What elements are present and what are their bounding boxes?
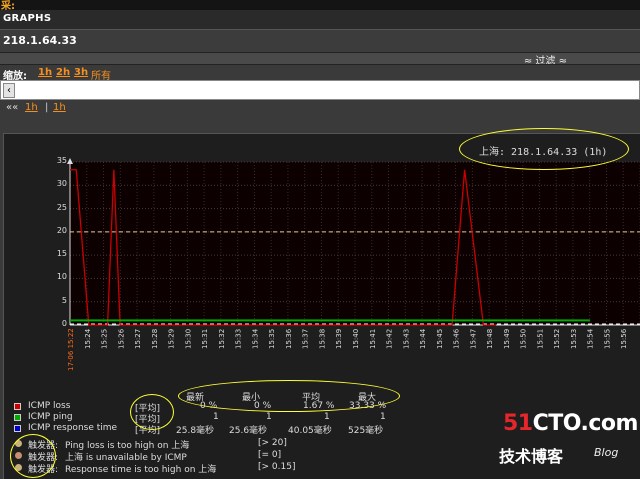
- y-tick-label: 0: [61, 319, 67, 328]
- x-tick-label: 15:40: [352, 329, 360, 349]
- legend-max-icmp-loss: 33.33 %: [349, 401, 387, 411]
- x-tick-label: 15:55: [603, 329, 611, 349]
- x-tick-label: 15:49: [503, 329, 511, 349]
- legend-max-icmp-response: 525毫秒: [348, 426, 384, 436]
- x-tick-label: 15:30: [184, 329, 192, 349]
- y-tick-label: 5: [61, 295, 67, 305]
- x-tick-label: 15:33: [235, 329, 243, 349]
- x-tick-label: 15:47: [469, 329, 477, 349]
- x-tick-label: 15:38: [318, 329, 326, 349]
- x-tick-label: 15:42: [386, 329, 394, 349]
- trigger-cond-ping-loss: [> 20]: [258, 438, 287, 448]
- legend-name-icmp-ping: ICMP ping: [28, 412, 73, 422]
- legend-avg-icmp-loss: 1.67 %: [303, 401, 335, 411]
- watermark-blog: Blog: [594, 446, 619, 459]
- x-tick-label: 15:34: [251, 328, 259, 349]
- legend-avg-icmp-ping: 1: [324, 412, 330, 422]
- x-tick-label: 15:48: [486, 329, 494, 349]
- y-axis-arrow: [67, 158, 73, 164]
- x-tick-label: 15:31: [201, 329, 209, 349]
- x-tick-label: 15:50: [520, 329, 528, 349]
- legend-min-icmp-response: 25.6毫秒: [229, 426, 268, 436]
- trigger-dot-unavailable: [15, 452, 22, 459]
- trigger-cond-unavailable: [= 0]: [258, 450, 282, 460]
- trigger-dot-response-time: [15, 464, 22, 471]
- legend-max-icmp-ping: 1: [380, 412, 386, 422]
- y-tick-label: 20: [56, 225, 67, 235]
- x-tick-label: 15:28: [151, 329, 159, 349]
- legend-name-icmp-response: ICMP response time: [28, 423, 118, 433]
- x-tick-label: 15:43: [402, 329, 410, 349]
- x-tick-label: 15:53: [570, 329, 578, 349]
- x-tick-label: 15:36: [285, 328, 293, 349]
- x-tick-label: 15:26: [117, 328, 125, 349]
- x-tick-label: 15:29: [168, 329, 176, 349]
- x-tick-label: 15:41: [369, 329, 377, 349]
- x-tick-label: 15:35: [268, 329, 276, 349]
- legend-name-icmp-loss: ICMP loss: [28, 401, 71, 411]
- legend-last-icmp-ping: 1: [213, 412, 219, 422]
- x-tick-label: 15:24: [84, 328, 92, 349]
- legend-last-icmp-loss: 0 %: [200, 401, 218, 411]
- legend-avg-icmp-response: 40.05毫秒: [288, 426, 332, 436]
- x-tick-label: 15:45: [436, 329, 444, 349]
- watermark-brand-prefix: 51: [503, 411, 533, 436]
- trigger-cond-response-time: [> 0.15]: [258, 462, 296, 472]
- trigger-label-response-time: 触发器:: [28, 465, 59, 475]
- x-tick-label: 15:37: [302, 329, 310, 349]
- x-tick-label-first: 17-06 15:22: [67, 328, 75, 371]
- x-tick-label: 15:52: [553, 329, 561, 349]
- trigger-dot-ping-loss: [15, 440, 22, 447]
- legend-swatch-icmp-ping: [14, 414, 21, 421]
- y-tick-label: 15: [56, 249, 67, 259]
- watermark-subtitle: 技术博客: [499, 447, 564, 466]
- watermark-logo: 51CTO.com: [503, 411, 638, 436]
- x-tick-label: 15:39: [335, 329, 343, 349]
- x-tick-label: 15:46: [453, 328, 461, 349]
- legend-min-icmp-ping: 1: [266, 412, 272, 422]
- watermark-brand-suffix: CTO.com: [532, 411, 639, 436]
- x-tick-label: 15:25: [101, 329, 109, 349]
- x-tick-label: 15:27: [134, 329, 142, 349]
- trigger-text-response-time: Response time is too high on 上海: [65, 465, 217, 475]
- legend-agg-icmp-response: [平均]: [135, 426, 161, 436]
- x-tick-label: 15:32: [218, 329, 226, 349]
- y-tick-label: 30: [56, 179, 67, 189]
- x-tick-label: 15:44: [419, 328, 427, 349]
- x-tick-label: 15:51: [536, 329, 544, 349]
- legend-swatch-icmp-loss: [14, 403, 21, 410]
- x-tick-label: 15:54: [587, 328, 595, 349]
- legend-min-icmp-loss: 0 %: [254, 401, 272, 411]
- y-tick-label: 25: [56, 202, 67, 212]
- y-tick-label: 10: [56, 272, 67, 282]
- legend-last-icmp-response: 25.8毫秒: [176, 426, 215, 436]
- legend-swatch-icmp-response: [14, 425, 21, 432]
- y-tick-label: 35: [56, 156, 67, 165]
- x-tick-label: 15:56: [620, 328, 628, 349]
